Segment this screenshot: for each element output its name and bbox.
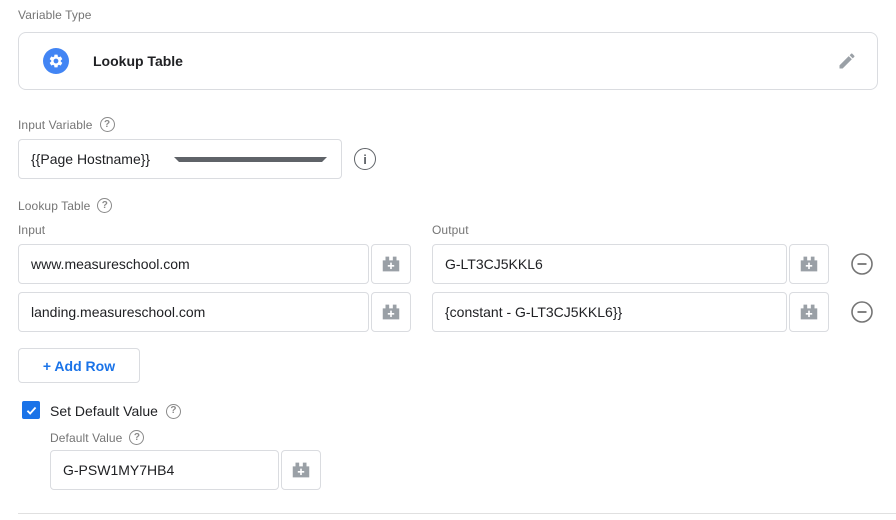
gear-icon	[43, 48, 69, 74]
set-default-value-checkbox[interactable]	[22, 401, 40, 419]
variable-picker-brick-icon[interactable]	[371, 244, 411, 284]
chevron-down-icon	[174, 156, 327, 162]
variable-type-label: Variable Type	[18, 8, 92, 22]
variable-picker-brick-icon[interactable]	[281, 450, 321, 490]
input-variable-select[interactable]: {{Page Hostname}}	[18, 139, 342, 179]
add-row-button[interactable]: + Add Row	[18, 348, 140, 383]
lookup-row-output-field[interactable]	[432, 292, 787, 332]
section-divider	[18, 513, 896, 514]
help-icon[interactable]: ?	[97, 198, 113, 213]
variable-picker-brick-icon[interactable]	[789, 292, 829, 332]
remove-row-icon[interactable]	[850, 252, 874, 276]
remove-row-icon[interactable]	[850, 300, 874, 324]
lookup-row-output-field[interactable]	[432, 244, 787, 284]
set-default-value-label: Set Default Value ?	[50, 403, 181, 419]
help-icon[interactable]: ?	[99, 117, 115, 132]
default-value-label: Default Value ?	[50, 430, 145, 445]
lookup-table-label: Lookup Table ?	[18, 198, 113, 213]
variable-type-card[interactable]: Lookup Table	[18, 32, 878, 90]
lookup-row-input-field[interactable]	[18, 244, 369, 284]
checkmark-icon	[26, 406, 36, 415]
pencil-icon[interactable]	[837, 51, 857, 71]
input-variable-label: Input Variable ?	[18, 117, 115, 132]
variable-config-panel: Variable Type Lookup Table Input Variabl…	[0, 0, 896, 520]
column-header-input: Input	[18, 223, 46, 237]
variable-picker-brick-icon[interactable]	[371, 292, 411, 332]
help-icon[interactable]: ?	[165, 403, 181, 419]
variable-type-value: Lookup Table	[93, 53, 183, 69]
column-header-output: Output	[432, 223, 469, 237]
default-value-field[interactable]	[50, 450, 279, 490]
info-icon[interactable]: i	[354, 148, 376, 170]
help-icon[interactable]: ?	[129, 430, 145, 445]
lookup-row-input-field[interactable]	[18, 292, 369, 332]
variable-picker-brick-icon[interactable]	[789, 244, 829, 284]
input-variable-selected-value: {{Page Hostname}}	[31, 151, 151, 167]
